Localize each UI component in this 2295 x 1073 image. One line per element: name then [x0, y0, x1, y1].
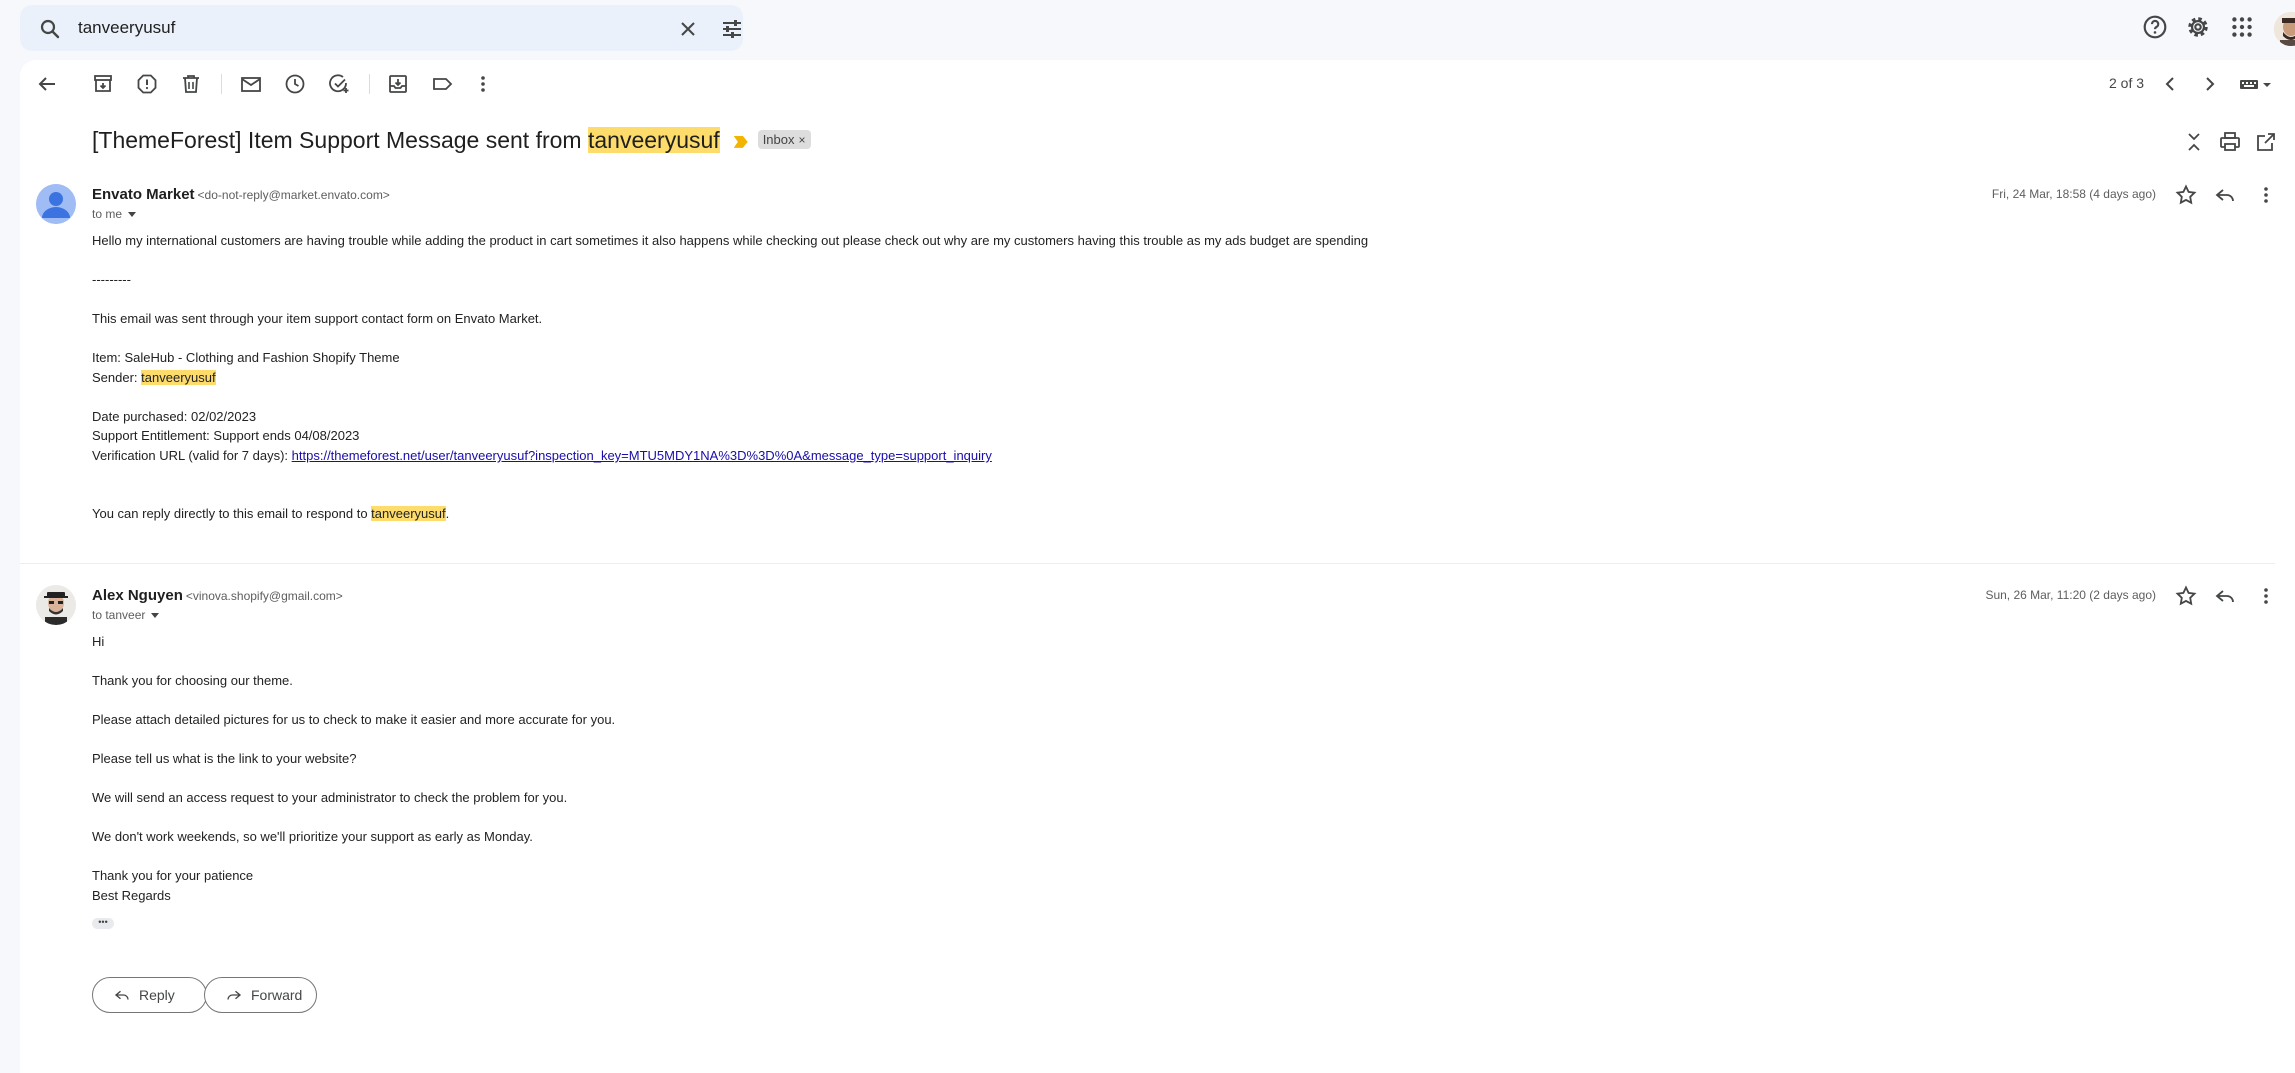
message-body-line: Verification URL (valid for 7 days): htt…	[92, 448, 992, 463]
open-new-window-icon[interactable]	[2254, 130, 2278, 154]
account-avatar[interactable]	[2274, 12, 2295, 46]
message-body-line: This email was sent through your item su…	[92, 311, 543, 326]
more-vert-icon[interactable]	[471, 72, 495, 96]
sender-avatar[interactable]	[36, 585, 76, 625]
forward-button[interactable]: Forward	[204, 977, 317, 1013]
subject-highlight: tanveeryusuf	[587, 127, 720, 153]
message-body-line: Item: SaleHub - Clothing and Fashion Sho…	[92, 350, 400, 365]
more-vert-icon[interactable]	[2254, 584, 2276, 606]
forward-button-label: Forward	[251, 987, 303, 1003]
top-bar: tanveeryusuf	[0, 0, 2295, 56]
message-body-line: We will send an access request to your a…	[92, 790, 568, 805]
reply-icon	[114, 990, 129, 1000]
back-arrow-icon[interactable]	[35, 72, 59, 96]
recipient-details[interactable]: to me	[92, 207, 137, 221]
delete-icon[interactable]	[179, 72, 203, 96]
message-body-line: Hello my international customers are hav…	[92, 233, 1369, 248]
search-icon[interactable]	[38, 17, 62, 41]
inbox-label-chip[interactable]: Inbox ×	[757, 130, 811, 150]
chevron-down-icon[interactable]	[128, 212, 137, 218]
toolbar-divider	[221, 74, 222, 94]
keyboard-icon[interactable]	[2238, 72, 2274, 96]
sender-name[interactable]: Alex Nguyen <vinova.shopify@gmail.com>	[92, 587, 343, 604]
sender-avatar[interactable]	[36, 184, 76, 224]
message-body-line: Hi	[92, 634, 105, 649]
settings-icon[interactable]	[2185, 14, 2211, 45]
main-panel	[20, 60, 2295, 1073]
sender-email: <vinova.shopify@gmail.com>	[185, 589, 343, 603]
clear-search-icon[interactable]	[676, 17, 700, 41]
apps-grid-icon[interactable]	[2229, 14, 2255, 45]
message-body-line: Thank you for your patience	[92, 868, 254, 883]
importance-marker-icon[interactable]	[733, 135, 748, 148]
star-icon[interactable]	[2174, 584, 2197, 606]
recipient-details[interactable]: to tanveer	[92, 608, 160, 622]
search-input[interactable]: tanveeryusuf	[78, 18, 175, 38]
sender-name[interactable]: Envato Market <do-not-reply@market.envato…	[92, 186, 390, 203]
sender-email: <do-not-reply@market.envato.com>	[197, 188, 390, 202]
search-options-icon[interactable]	[720, 17, 744, 41]
recipient-text: to tanveer	[92, 608, 146, 622]
reply-icon[interactable]	[2213, 183, 2235, 205]
pager-count: 2 of 3	[2109, 75, 2145, 91]
subject-text: [ThemeForest] Item Support Message sent …	[92, 127, 588, 153]
more-vert-icon[interactable]	[2254, 183, 2276, 205]
message-body-line: You can reply directly to this email to …	[92, 506, 449, 521]
label-icon[interactable]	[430, 72, 454, 96]
star-icon[interactable]	[2174, 183, 2197, 205]
snooze-icon[interactable]	[283, 72, 307, 96]
recipient-text: to me	[92, 207, 123, 221]
message-body-line: ---------	[92, 272, 131, 287]
show-trimmed-content-button[interactable]: •••	[92, 918, 114, 929]
body-text: Sender:	[92, 370, 142, 385]
body-highlight: tanveeryusuf	[141, 370, 216, 385]
body-text: .	[445, 506, 450, 521]
sender-name-text: Envato Market	[92, 186, 195, 203]
reply-icon[interactable]	[2213, 584, 2235, 606]
chevron-left-icon[interactable]	[2158, 72, 2182, 96]
print-icon[interactable]	[2218, 130, 2242, 154]
message-body-line: Please attach detailed pictures for us t…	[92, 712, 616, 727]
remove-label-icon[interactable]: ×	[799, 133, 806, 147]
message-date: Fri, 24 Mar, 18:58 (4 days ago)	[1991, 187, 2156, 201]
mark-unread-icon[interactable]	[239, 72, 263, 96]
search-bar[interactable]: tanveeryusuf	[20, 5, 743, 51]
body-highlight: tanveeryusuf	[371, 506, 446, 521]
message-body-line: Support Entitlement: Support ends 04/08/…	[92, 428, 360, 443]
move-to-icon[interactable]	[386, 72, 410, 96]
message-body-line: Sender: tanveeryusuf	[92, 370, 216, 385]
forward-icon	[227, 990, 242, 1000]
email-subject: [ThemeForest] Item Support Message sent …	[92, 127, 811, 154]
body-text: You can reply directly to this email to …	[92, 506, 372, 521]
collapse-all-icon[interactable]	[2182, 130, 2206, 154]
sender-name-text: Alex Nguyen	[92, 587, 183, 604]
inbox-label-text: Inbox	[762, 132, 795, 148]
add-to-tasks-icon[interactable]	[327, 72, 351, 96]
reply-button[interactable]: Reply	[92, 977, 207, 1013]
reply-button-label: Reply	[139, 987, 175, 1003]
verification-link[interactable]: https://themeforest.net/user/tanveeryusu…	[292, 448, 992, 463]
help-icon[interactable]	[2142, 14, 2168, 45]
message-body-line: Thank you for choosing our theme.	[92, 673, 293, 688]
report-spam-icon[interactable]	[135, 72, 159, 96]
archive-icon[interactable]	[91, 72, 115, 96]
message-body-line: Best Regards	[92, 888, 171, 903]
message-date: Sun, 26 Mar, 11:20 (2 days ago)	[1985, 588, 2156, 602]
message-body-line: We don't work weekends, so we'll priorit…	[92, 829, 533, 844]
message-divider	[20, 563, 2275, 564]
message-body-line: Please tell us what is the link to your …	[92, 751, 357, 766]
body-text: Verification URL (valid for 7 days):	[92, 448, 292, 463]
chevron-right-icon[interactable]	[2198, 72, 2222, 96]
message-body-line: Date purchased: 02/02/2023	[92, 409, 257, 424]
toolbar-divider	[369, 74, 370, 94]
chevron-down-icon[interactable]	[151, 613, 160, 619]
